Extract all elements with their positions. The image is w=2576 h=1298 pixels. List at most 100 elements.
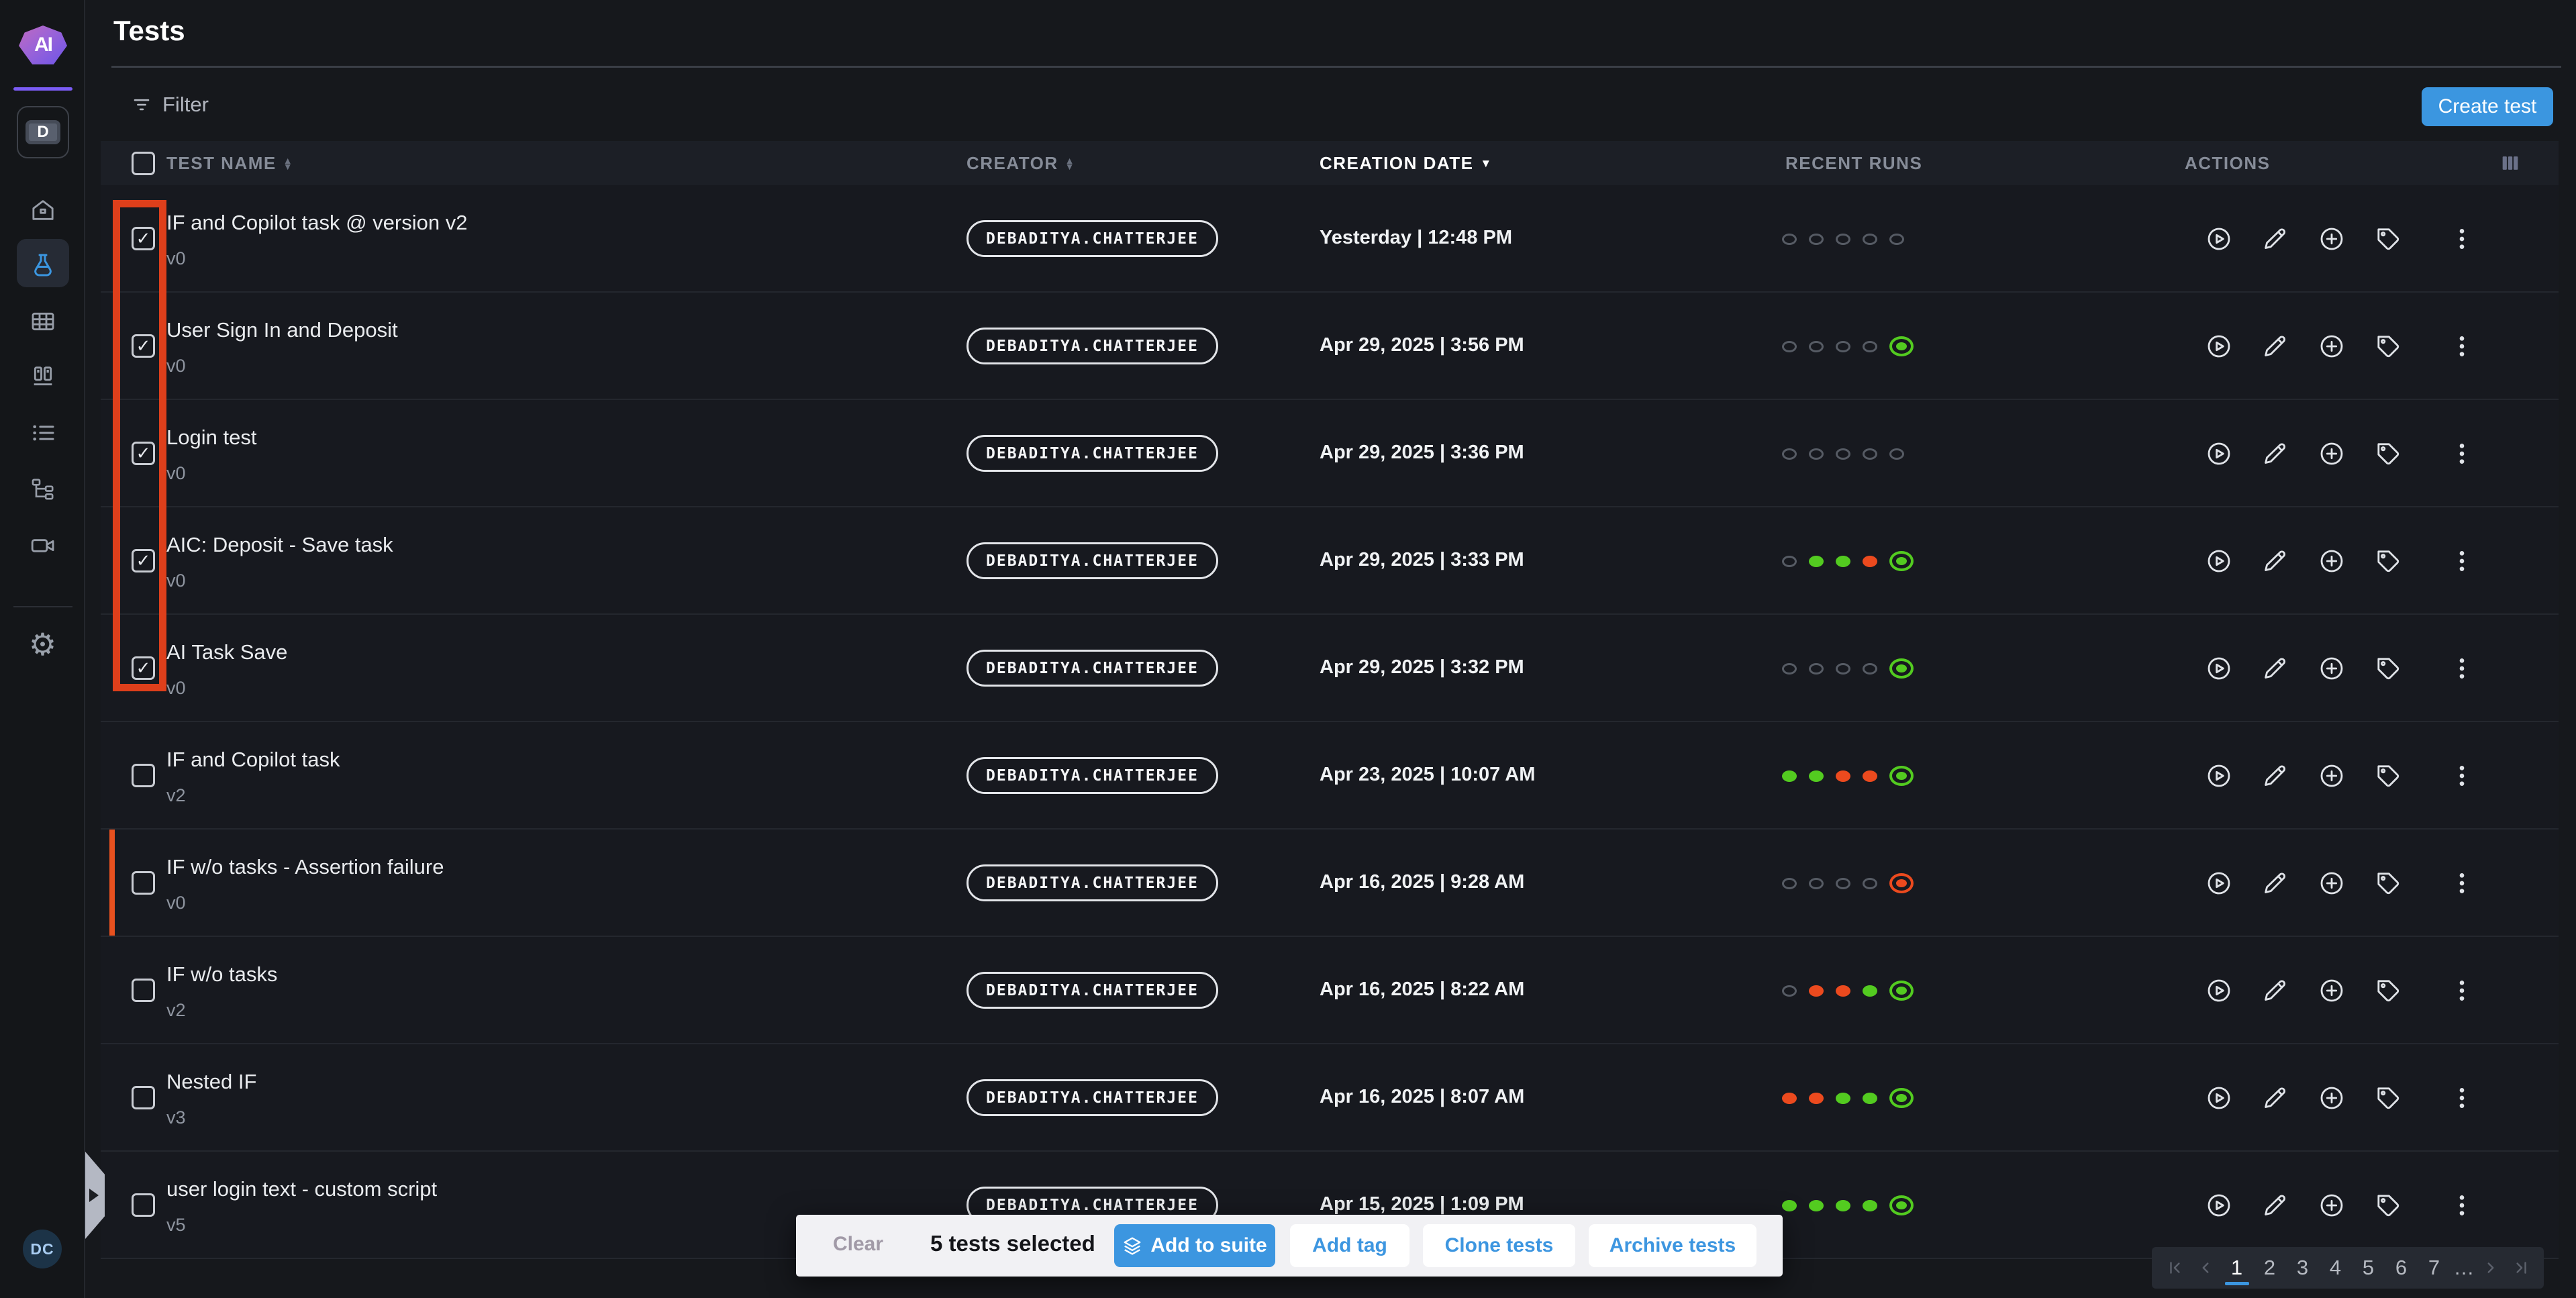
run-test-button[interactable] [2191,748,2247,804]
row-checkbox[interactable] [132,1193,155,1217]
table-row[interactable]: User Sign In and Deposit v0 DEBADITYA.CH… [101,293,2559,400]
create-test-button[interactable]: Create test [2422,87,2553,126]
table-row[interactable]: AI Task Save v0 DEBADITYA.CHATTERJEE Apr… [101,615,2559,722]
add-to-suite-button[interactable] [2303,426,2360,482]
select-all-checkbox[interactable] [132,152,155,175]
run-test-button[interactable] [2191,640,2247,697]
table-row[interactable]: IF w/o tasks v2 DEBADITYA.CHATTERJEE Apr… [101,937,2559,1044]
tag-button[interactable] [2360,426,2416,482]
run-test-button[interactable] [2191,855,2247,911]
test-name[interactable]: Nested IF [166,1070,256,1094]
row-checkbox[interactable] [132,764,155,787]
table-row[interactable]: IF and Copilot task v2 DEBADITYA.CHATTER… [101,722,2559,830]
run-test-button[interactable] [2191,1070,2247,1126]
edit-test-button[interactable] [2247,640,2303,697]
settings-gear-icon[interactable]: ⚙ [0,623,85,666]
sidebar-item-flow[interactable] [0,466,85,513]
sidebar-item-table[interactable] [0,298,85,345]
row-checkbox[interactable] [132,334,155,358]
table-row[interactable]: Login test v0 DEBADITYA.CHATTERJEE Apr 2… [101,400,2559,507]
add-to-suite-button[interactable] [2303,1070,2360,1126]
sidebar-item-list[interactable] [0,409,85,456]
test-name[interactable]: Login test [166,426,256,450]
page-number-2[interactable]: 2 [2257,1250,2283,1285]
clear-selection-button[interactable]: Clear [833,1233,883,1256]
more-options-button[interactable] [2434,426,2490,482]
add-tag-button[interactable]: Add tag [1290,1224,1409,1267]
next-page-button[interactable] [2479,1253,2503,1283]
more-options-button[interactable] [2434,962,2490,1019]
page-number-5[interactable]: 5 [2355,1250,2382,1285]
test-name[interactable]: AIC: Deposit - Save task [166,533,393,557]
test-name[interactable]: IF w/o tasks [166,962,277,987]
add-to-suite-button[interactable] [2303,211,2360,267]
run-test-button[interactable] [2191,962,2247,1019]
tag-button[interactable] [2360,318,2416,375]
row-checkbox[interactable] [132,549,155,572]
archive-tests-button[interactable]: Archive tests [1589,1224,1756,1267]
column-creation-date[interactable]: CREATION DATE ▼ [1320,153,1493,174]
test-name[interactable]: IF w/o tasks - Assertion failure [166,855,444,879]
tag-button[interactable] [2360,748,2416,804]
edit-test-button[interactable] [2247,1070,2303,1126]
workspace-switcher[interactable]: D [17,106,69,158]
user-avatar[interactable]: DC [23,1230,62,1268]
table-row[interactable]: Nested IF v3 DEBADITYA.CHATTERJEE Apr 16… [101,1044,2559,1152]
row-checkbox[interactable] [132,979,155,1002]
more-options-button[interactable] [2434,533,2490,589]
page-number-3[interactable]: 3 [2289,1250,2316,1285]
edit-test-button[interactable] [2247,533,2303,589]
add-to-suite-button[interactable] [2303,748,2360,804]
sidebar-item-home[interactable] [0,187,85,234]
edit-test-button[interactable] [2247,855,2303,911]
test-name[interactable]: AI Task Save [166,640,287,664]
table-row[interactable]: AIC: Deposit - Save task v0 DEBADITYA.CH… [101,507,2559,615]
page-number-4[interactable]: 4 [2322,1250,2349,1285]
edit-test-button[interactable] [2247,748,2303,804]
more-options-button[interactable] [2434,855,2490,911]
add-to-suite-button[interactable] [2303,533,2360,589]
add-to-suite-button[interactable] [2303,962,2360,1019]
first-page-button[interactable] [2163,1253,2187,1283]
more-options-button[interactable] [2434,1177,2490,1234]
edit-test-button[interactable] [2247,318,2303,375]
run-test-button[interactable] [2191,211,2247,267]
tag-button[interactable] [2360,1070,2416,1126]
test-name[interactable]: User Sign In and Deposit [166,318,398,342]
test-name[interactable]: IF and Copilot task [166,748,340,772]
add-to-suite-button[interactable] [2303,318,2360,375]
row-checkbox[interactable] [132,656,155,680]
run-test-button[interactable] [2191,1177,2247,1234]
test-name[interactable]: user login text - custom script [166,1177,437,1201]
tag-button[interactable] [2360,962,2416,1019]
edit-test-button[interactable] [2247,1177,2303,1234]
run-test-button[interactable] [2191,533,2247,589]
edit-test-button[interactable] [2247,962,2303,1019]
row-checkbox[interactable] [132,1086,155,1109]
run-test-button[interactable] [2191,318,2247,375]
tag-button[interactable] [2360,855,2416,911]
tag-button[interactable] [2360,211,2416,267]
row-checkbox[interactable] [132,227,155,250]
sidebar-item-recordings[interactable] [0,522,85,569]
sidebar-item-suites[interactable] [0,353,85,400]
page-number-1[interactable]: 1 [2224,1250,2250,1285]
sidebar-item-tests[interactable] [0,242,85,289]
filter-button[interactable]: Filter [132,93,209,117]
tag-button[interactable] [2360,1177,2416,1234]
more-options-button[interactable] [2434,211,2490,267]
edit-test-button[interactable] [2247,426,2303,482]
more-options-button[interactable] [2434,1070,2490,1126]
column-settings-icon[interactable] [2499,152,2522,174]
page-number-6[interactable]: 6 [2388,1250,2415,1285]
last-page-button[interactable] [2509,1253,2533,1283]
clone-tests-button[interactable]: Clone tests [1423,1224,1575,1267]
row-checkbox[interactable] [132,871,155,895]
add-to-suite-button[interactable] [2303,855,2360,911]
page-number-7[interactable]: 7 [2421,1250,2448,1285]
run-test-button[interactable] [2191,426,2247,482]
table-row[interactable]: IF w/o tasks - Assertion failure v0 DEBA… [101,830,2559,937]
prev-page-button[interactable] [2193,1253,2218,1283]
add-to-suite-button[interactable] [2303,1177,2360,1234]
more-options-button[interactable] [2434,640,2490,697]
